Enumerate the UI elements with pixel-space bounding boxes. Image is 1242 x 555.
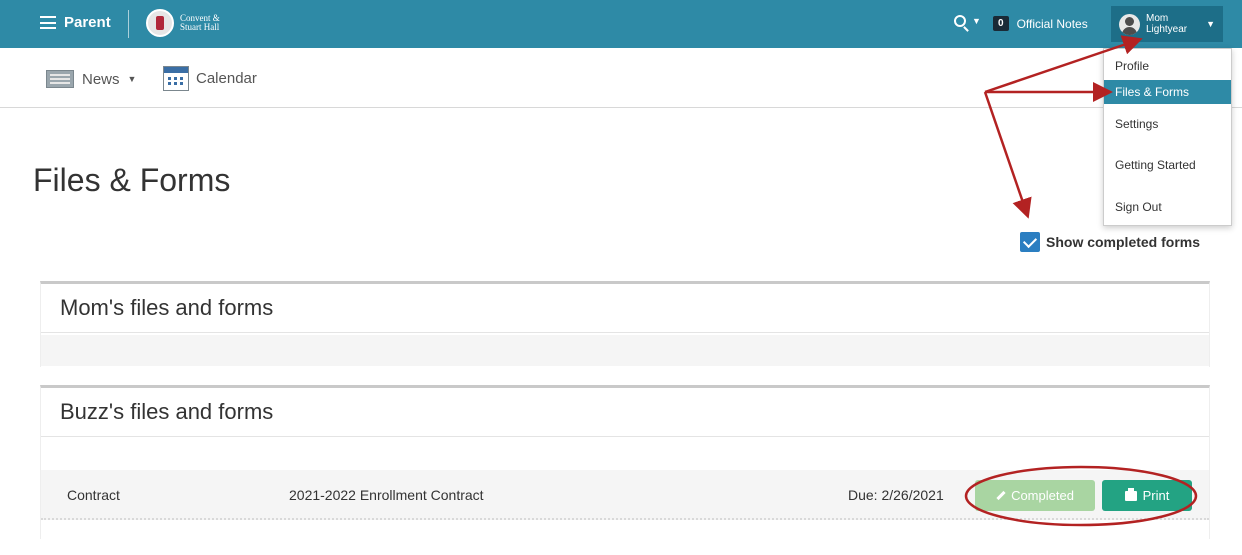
role-label: Parent <box>64 14 111 31</box>
school-seal-icon <box>146 9 174 37</box>
user-dropdown-menu: Profile Files & Forms Settings Getting S… <box>1103 48 1232 226</box>
due-date: Due: 2/26/2021 <box>848 487 944 503</box>
print-label: Print <box>1142 488 1170 503</box>
page-title: Files & Forms <box>33 162 231 198</box>
pencil-icon <box>996 490 1006 501</box>
form-name[interactable]: 2021-2022 Enrollment Contract <box>289 487 484 503</box>
panel-heading: Buzz's files and forms <box>41 388 1209 437</box>
avatar <box>1119 13 1140 35</box>
show-completed-toggle[interactable]: Show completed forms <box>1020 232 1200 252</box>
panel-heading: Mom's files and forms <box>41 284 1209 333</box>
printer-icon <box>1124 487 1137 501</box>
show-completed-label: Show completed forms <box>1046 234 1201 250</box>
news-label: News <box>82 70 120 88</box>
user-menu-button[interactable]: Mom Lightyear ▼ <box>1111 6 1223 42</box>
calendar-link[interactable]: Calendar <box>163 66 257 91</box>
form-type: Contract <box>67 487 120 503</box>
search-icon <box>954 15 966 27</box>
sub-navigation: News ▼ Calendar <box>0 48 1242 108</box>
completed-button[interactable]: Completed <box>975 480 1095 511</box>
chevron-down-icon: ▼ <box>972 16 981 26</box>
menu-item-profile[interactable]: Profile <box>1104 54 1231 78</box>
calendar-icon <box>163 66 189 91</box>
checkbox-checked-icon[interactable] <box>1020 232 1040 252</box>
menu-item-settings[interactable]: Settings <box>1104 112 1231 136</box>
chevron-down-icon: ▼ <box>127 74 137 84</box>
news-menu[interactable]: News ▼ <box>46 70 136 88</box>
chevron-down-icon: ▼ <box>1206 19 1215 29</box>
user-name: Mom Lightyear <box>1146 13 1188 35</box>
arrow-to-checkbox <box>983 91 1032 219</box>
completed-label: Completed <box>1011 488 1074 503</box>
school-logo[interactable]: Convent & Stuart Hall <box>146 9 220 37</box>
menu-item-getting-started[interactable]: Getting Started <box>1104 153 1231 177</box>
top-navigation-bar: Parent Convent & Stuart Hall ▼ 0 Officia… <box>0 0 1242 48</box>
calendar-label: Calendar <box>196 70 257 87</box>
table-row: Contract 2021-2022 Enrollment Contract D… <box>41 470 1209 520</box>
newspaper-icon <box>46 70 74 88</box>
official-notes-button[interactable]: 0 Official Notes <box>993 16 1088 31</box>
notes-count-badge: 0 <box>993 16 1009 31</box>
official-notes-label: Official Notes <box>1016 16 1088 31</box>
divider <box>128 10 129 38</box>
search-button[interactable]: ▼ <box>954 15 981 27</box>
print-button[interactable]: Print <box>1102 480 1192 511</box>
hamburger-icon <box>40 16 56 29</box>
buzz-files-panel: Buzz's files and forms Contract 2021-202… <box>40 385 1210 539</box>
empty-list <box>41 335 1209 366</box>
menu-item-files-forms[interactable]: Files & Forms <box>1104 80 1231 104</box>
school-name: Convent & Stuart Hall <box>180 13 220 32</box>
main-menu-button[interactable]: Parent <box>40 14 111 31</box>
menu-item-sign-out[interactable]: Sign Out <box>1104 195 1231 219</box>
moms-files-panel: Mom's files and forms <box>40 281 1210 367</box>
